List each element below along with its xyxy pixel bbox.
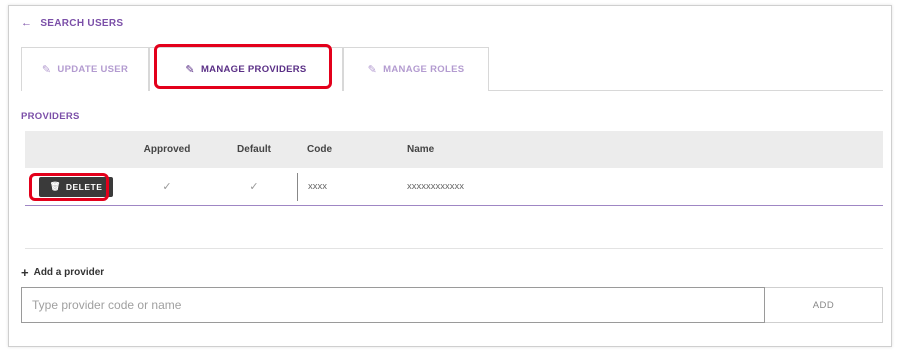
column-header-approved: Approved [143, 144, 191, 155]
tab-manage-providers[interactable]: ✎ MANAGE PROVIDERS [149, 47, 343, 91]
default-check-icon: ✓ [249, 181, 259, 193]
edit-icon: ✎ [367, 64, 378, 76]
add-provider-form: ADD [21, 287, 883, 323]
arrow-left-icon: ← [21, 17, 33, 29]
table-header: Approved Default Code Name [25, 131, 883, 168]
approved-check-icon: ✓ [162, 181, 172, 193]
tab-label: UPDATE USER [57, 64, 129, 75]
delete-button-label: DELETE [65, 181, 103, 192]
provider-name: xxxxxxxxxxxx [407, 181, 464, 192]
add-provider-label-text: Add a provider [33, 267, 105, 278]
providers-section-title: PROVIDERS [21, 111, 80, 122]
table-row: 🗑︎ DELETE ✓ ✓ xxxx xxxxxxxxxxxx [25, 168, 883, 206]
tab-label: MANAGE ROLES [383, 64, 465, 75]
providers-table: Approved Default Code Name 🗑︎ DELETE ✓ ✓… [25, 131, 883, 206]
trash-icon: 🗑︎ [49, 181, 61, 191]
edit-icon: ✎ [41, 64, 52, 76]
tab-bar: ✎ UPDATE USER ✎ MANAGE PROVIDERS ✎ MANAG… [21, 47, 883, 91]
tab-manage-roles[interactable]: ✎ MANAGE ROLES [343, 47, 489, 91]
tab-label: MANAGE PROVIDERS [200, 64, 307, 75]
column-header-name: Name [407, 144, 435, 155]
tab-update-user[interactable]: ✎ UPDATE USER [21, 47, 149, 91]
back-to-search-link[interactable]: ← SEARCH USERS [21, 17, 123, 29]
edit-icon: ✎ [185, 64, 195, 76]
column-header-code: Code [307, 144, 332, 155]
add-provider-label: + Add a provider [21, 265, 104, 280]
manage-user-panel: ← SEARCH USERS ✎ UPDATE USER ✎ MANAGE PR… [8, 5, 892, 347]
column-header-default: Default [237, 144, 271, 155]
delete-provider-button[interactable]: 🗑︎ DELETE [39, 176, 113, 197]
add-provider-button[interactable]: ADD [765, 287, 883, 323]
row-actions-cell: 🗑︎ DELETE [25, 176, 123, 197]
back-link-label: SEARCH USERS [40, 17, 124, 29]
provider-code: xxxx [297, 172, 397, 201]
provider-search-input[interactable] [21, 287, 765, 323]
divider [25, 248, 883, 249]
plus-icon: + [21, 265, 29, 280]
